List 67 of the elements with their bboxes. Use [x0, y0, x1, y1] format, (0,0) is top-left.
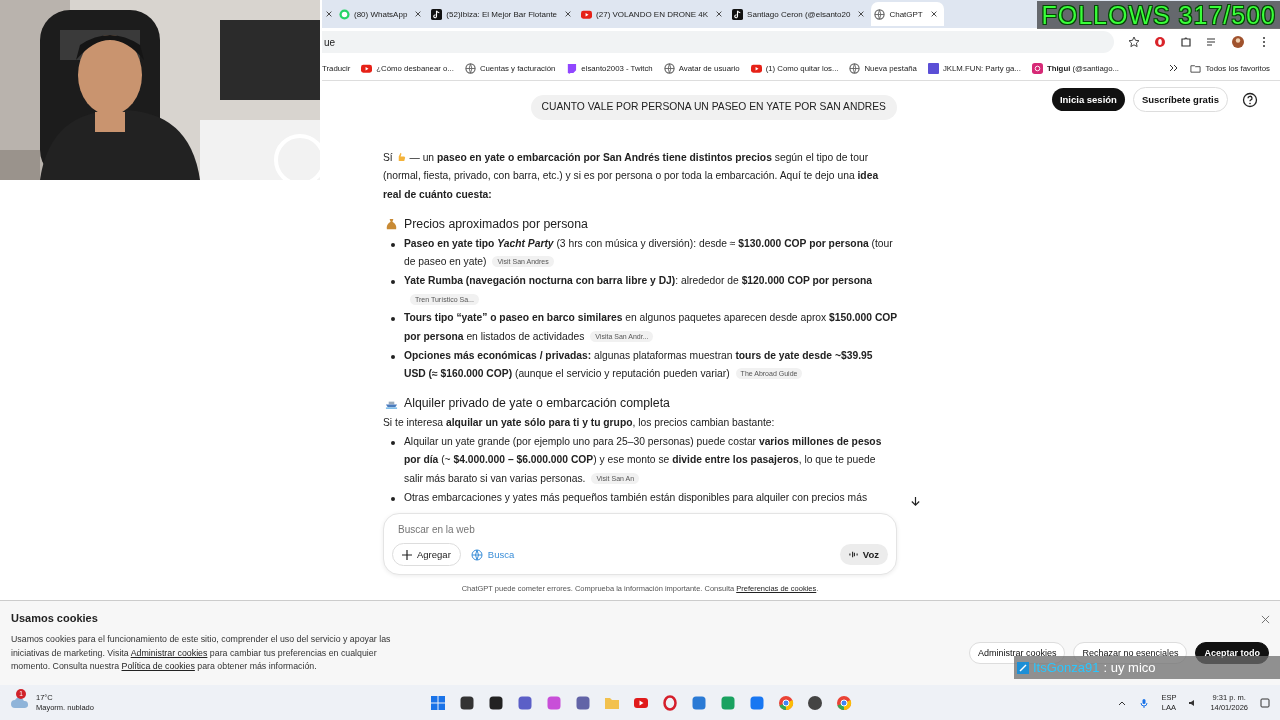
camera-icon	[1031, 62, 1043, 74]
close-icon[interactable]	[325, 10, 333, 18]
ring-icon[interactable]	[662, 694, 678, 711]
speech-bubble-icon	[566, 62, 578, 74]
microphone-icon[interactable]	[1139, 697, 1150, 708]
waveform-icon	[848, 550, 858, 559]
windows-icon[interactable]	[430, 694, 446, 711]
follows-counter: FOLLOWS 317/500	[1037, 1, 1280, 29]
app-icon[interactable]	[807, 694, 823, 711]
browser-tab[interactable]: ChatGPT	[871, 2, 944, 26]
chat-icon	[339, 8, 350, 20]
add-button[interactable]: Agregar	[392, 543, 461, 566]
globe-icon	[874, 8, 886, 20]
arrow-down-icon	[909, 495, 921, 507]
bullet-icon	[391, 317, 395, 322]
login-button[interactable]: Inicia sesión	[1051, 88, 1125, 111]
cookie-title: Usamos cookies	[11, 612, 99, 625]
folder-icon	[1190, 62, 1202, 74]
list-item-text: Otras embarcaciones y yates más pequeños también están disponibles para alquiler con precios más	[404, 490, 869, 505]
browser-tab[interactable]: (27) VOLANDO EN DRONE 4K	[578, 2, 730, 26]
play-icon	[361, 62, 373, 74]
bullet-icon	[391, 279, 395, 284]
user-message: CUANTO VALE POR PERSONA UN PASEO EN YATE POR SAN ANDRES	[530, 95, 897, 120]
close-icon[interactable]	[1261, 615, 1270, 624]
answer-text: Sí — un paseo en yate o embarcación por San Andrés tiene distintos precios según el tipo de tour (normal, fiesta, privado, con barra, etc.) y si es por persona o por toda la embarcación. Aquí te dejo una idea real de cuánto cuesta:	[383, 149, 880, 203]
avatar-icon[interactable]	[1232, 36, 1244, 48]
globe-icon	[470, 548, 483, 561]
bullet-icon	[391, 496, 395, 501]
close-icon[interactable]	[857, 10, 866, 18]
bullet-icon	[391, 354, 395, 359]
answer-text: Si te interesa alquilar un yate sólo para ti y tu grupo, los precios cambian bastante:	[383, 415, 776, 430]
play-icon	[581, 8, 593, 20]
bullet-icon	[391, 242, 395, 247]
globe-icon	[663, 62, 675, 74]
money-bag-icon	[385, 217, 398, 231]
app-icon[interactable]	[459, 694, 475, 711]
shield-icon[interactable]	[1154, 36, 1166, 48]
voice-button[interactable]: Voz	[839, 544, 888, 565]
subscribe-button[interactable]: Suscríbete gratis	[1132, 87, 1228, 112]
globe-icon	[464, 62, 476, 74]
section-heading: Precios aproximados por persona	[404, 215, 588, 233]
browser-icon[interactable]	[836, 694, 852, 711]
browser-icon[interactable]	[778, 694, 794, 711]
close-icon[interactable]	[715, 10, 724, 18]
close-icon[interactable]	[564, 10, 573, 18]
browser-tab[interactable]: (52)Ibiza: El Mejor Bar Flotante	[428, 2, 579, 26]
browser-tab[interactable]: Santiago Ceron (@elsanto20	[729, 2, 872, 26]
close-icon[interactable]	[929, 10, 938, 18]
music-note-icon	[732, 8, 744, 20]
section-heading: Alquiler privado de yate o embarcación completa	[404, 395, 670, 413]
chevron-icon[interactable]	[1167, 62, 1180, 74]
plus-icon	[402, 549, 412, 560]
playlist-icon[interactable]	[1206, 36, 1218, 48]
tile-icon	[927, 62, 939, 74]
app-icon[interactable]	[488, 694, 504, 711]
address-bar[interactable]: ue	[322, 31, 1114, 53]
help-icon[interactable]	[1242, 91, 1258, 108]
cookie-text: Usamos cookies para el funcionamiento de este sitio, comprender el uso del servicio y apoyar las iniciativas de marketing. Visita Administrar cookies para cambiar tus preferencias en cualquier momento. Consulta nuestra Política de cookies para obtener más información.	[11, 633, 392, 674]
bullet-icon	[391, 440, 395, 445]
close-icon[interactable]	[414, 10, 423, 18]
star-icon[interactable]	[1128, 36, 1140, 48]
manage-cookies-link[interactable]: Administrar cookies	[130, 647, 208, 658]
globe-icon	[849, 62, 861, 74]
play-icon	[750, 62, 762, 74]
browser-tab[interactable]: (80) WhatsApp	[336, 2, 429, 26]
cookie-policy-link[interactable]: Política de cookies	[121, 661, 195, 672]
music-note-icon	[431, 8, 443, 20]
